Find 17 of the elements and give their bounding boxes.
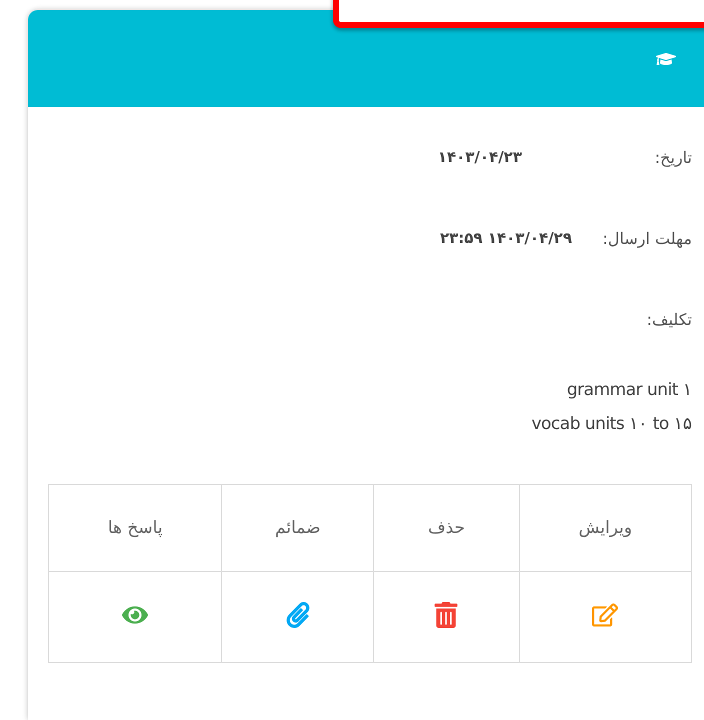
paperclip-icon — [284, 602, 311, 628]
field-label: تاریخ: — [654, 148, 692, 166]
column-header: ویرایش — [519, 484, 692, 572]
trash-button[interactable] — [433, 602, 460, 628]
field-value: ۱۴۰۳/۰۴/۲۳ — [438, 148, 522, 166]
field-value: ۱۴۰۳/۰۴/۲۹ ۲۳:۵۹ — [440, 229, 572, 247]
trash-icon — [433, 602, 460, 628]
column-header: ضمائم — [222, 484, 374, 572]
assignment-text: vocab units ۱۰ to ۱۵ — [531, 414, 692, 434]
field-label: تکلیف: — [646, 310, 692, 328]
column-header: پاسخ ها — [48, 484, 222, 572]
edit-button[interactable] — [592, 602, 618, 628]
column-header: حذف — [374, 484, 520, 572]
field-label: مهلت ارسال: — [602, 228, 692, 248]
assignment-text: grammar unit ۱ — [566, 380, 692, 400]
paperclip-button[interactable] — [284, 602, 311, 628]
edit-icon — [592, 602, 618, 628]
